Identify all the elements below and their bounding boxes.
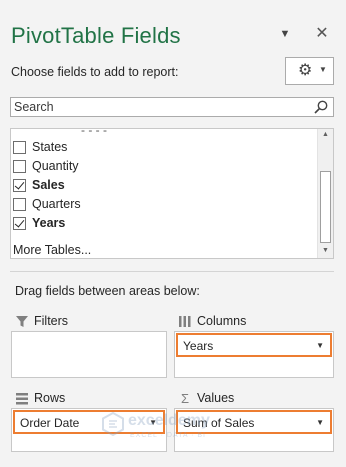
columns-icon: [179, 316, 191, 327]
field-label: Quarters: [32, 197, 81, 211]
pane-title: PivotTable Fields: [11, 23, 181, 48]
field-item-quarters[interactable]: Quarters: [11, 194, 311, 213]
tools-button[interactable]: ⚙ ▼: [285, 57, 334, 85]
field-item-quantity[interactable]: Quantity: [11, 156, 311, 175]
search-box[interactable]: [10, 97, 334, 117]
filters-label: Filters: [34, 314, 69, 328]
field-label: Sales: [32, 178, 65, 192]
exceldemy-watermark: exceldemy EXCEL · DATA · BI: [102, 410, 252, 452]
field-item-states[interactable]: States: [11, 137, 311, 156]
task-pane-options-button[interactable]: ▼: [278, 27, 292, 41]
columns-area-header: Columns: [178, 314, 328, 330]
filters-area-header: Filters: [15, 314, 155, 330]
field-item-sales[interactable]: Sales: [11, 175, 311, 194]
field-list: - - - - States Quantity Sales Quarters Y…: [10, 128, 334, 259]
pill-label: Years: [183, 339, 214, 353]
field-checkbox[interactable]: [13, 179, 26, 192]
watermark-name: exceldemy: [128, 412, 210, 429]
columns-label: Columns: [197, 314, 247, 328]
close-button[interactable]: ✕: [315, 26, 329, 42]
field-checkbox[interactable]: [13, 141, 26, 154]
filter-icon: [16, 316, 28, 327]
columns-drop-zone[interactable]: Years ▼: [174, 331, 334, 378]
rows-icon: [16, 393, 28, 405]
scroll-down-icon[interactable]: ▼: [322, 247, 329, 254]
values-label: Values: [197, 391, 235, 405]
scrollbar-thumb[interactable]: [320, 171, 331, 243]
chevron-down-icon[interactable]: ▼: [316, 341, 324, 350]
chevron-down-icon[interactable]: ▼: [316, 418, 324, 427]
chevron-down-icon: ▼: [319, 65, 327, 74]
pane-footer: [0, 452, 346, 467]
field-checkbox[interactable]: [13, 198, 26, 211]
more-tables-link[interactable]: More Tables...: [13, 243, 91, 257]
field-list-scrollbar[interactable]: ▲ ▼: [317, 129, 333, 258]
sigma-icon: Σ: [180, 391, 190, 406]
section-divider: [10, 271, 334, 272]
field-label: Years: [32, 216, 66, 230]
columns-field-years[interactable]: Years ▼: [176, 333, 332, 357]
pill-label: Order Date: [20, 416, 80, 430]
scroll-up-icon[interactable]: ▲: [322, 131, 329, 138]
watermark-subtitle: EXCEL · DATA · BI: [130, 432, 206, 439]
watermark-logo-icon: [102, 412, 124, 436]
drag-fields-label: Drag fields between areas below:: [15, 284, 200, 298]
search-icon: [314, 100, 328, 114]
gear-icon: ⚙: [298, 62, 313, 79]
field-checkbox[interactable]: [13, 217, 26, 230]
field-label: Quantity: [32, 159, 79, 173]
rows-label: Rows: [34, 391, 66, 405]
choose-fields-label: Choose fields to add to report:: [11, 65, 179, 79]
values-area-header: Σ Values: [178, 391, 328, 407]
field-checkbox[interactable]: [13, 160, 26, 173]
field-list-clipped-item: - - - -: [81, 128, 107, 137]
filters-drop-zone[interactable]: [11, 331, 167, 378]
pivottable-fields-pane: PivotTable Fields ▼ ✕ Choose fields to a…: [0, 0, 346, 467]
field-item-years[interactable]: Years: [11, 213, 311, 232]
field-label: States: [32, 140, 68, 154]
search-input[interactable]: [11, 98, 301, 116]
rows-area-header: Rows: [15, 391, 155, 407]
